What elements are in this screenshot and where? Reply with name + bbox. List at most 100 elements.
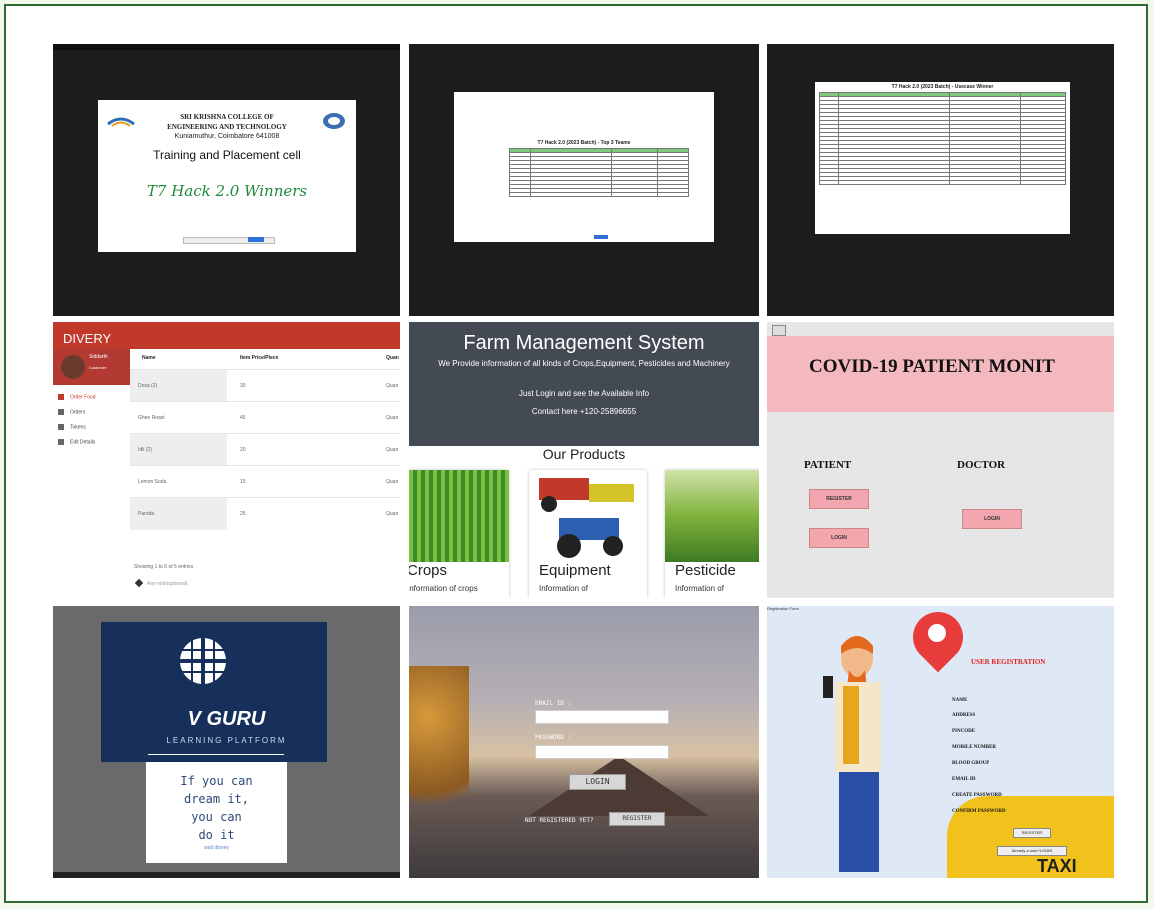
login-hint: Just Login and see the Available Info <box>518 389 650 398</box>
table-row: Lemon Soda 15 Quan <box>130 465 400 498</box>
login-link[interactable]: Already a user?LOGIN <box>997 846 1067 856</box>
edit-icon <box>134 578 144 588</box>
sheet-control[interactable] <box>594 235 608 239</box>
page-title: Farm Management System <box>463 332 705 354</box>
field-label-mobile: MOBILE NUMBER <box>952 745 997 750</box>
pin-center <box>928 624 946 642</box>
form-title: USER REGISTRATION <box>971 658 1046 666</box>
orders-icon <box>58 409 64 415</box>
taxi-sign: TAXI <box>1037 856 1077 876</box>
doctor-login-button[interactable]: LOGIN <box>962 509 1022 529</box>
man-illustration <box>823 636 881 872</box>
table-row: Dosa (2) 30 Quan <box>130 369 400 402</box>
quantity-input[interactable]: Quan <box>386 479 398 485</box>
field-label-blood-group: BLOOD GROUP <box>952 761 990 766</box>
quantity-input[interactable]: Quan <box>386 415 398 421</box>
note-input[interactable]: Any note(optional) <box>147 581 188 587</box>
tile-vguru: V GURU LEARNING PLATFORM If you can drea… <box>53 606 400 878</box>
column-header-price[interactable]: Item Price/Piece <box>240 355 278 361</box>
video-top-bar <box>53 44 400 50</box>
product-card-pesticide[interactable]: Pesticide Information of <box>665 470 759 598</box>
equipment-image <box>529 470 647 562</box>
hero-section: Farm Management System We Provide inform… <box>409 322 759 446</box>
quantity-input[interactable]: Quan <box>386 447 398 453</box>
usecase-table <box>819 92 1066 185</box>
user-icon <box>58 439 64 445</box>
patient-login-button[interactable]: LOGIN <box>809 528 869 548</box>
field-label-name: NAME <box>952 698 968 703</box>
brand-name: V GURU <box>187 708 266 730</box>
not-registered-text: NOT REGISTERED YET? <box>525 817 594 824</box>
table-row: Idli (2) 20 Quan <box>130 433 400 466</box>
results-sheet: T7 Hack 2.0 (2023 Batch) - Top 3 Teams <box>454 92 714 242</box>
field-label-create-password: CREATE PASSWORD <box>952 793 1002 798</box>
column-header-quantity[interactable]: Quan <box>386 355 399 361</box>
card-desc: Information of <box>539 584 588 593</box>
field-label-address: ADDRESS <box>952 713 976 718</box>
college-name: SRI KRISHNA COLLEGE OF ENGINEERING AND T… <box>167 113 287 140</box>
tile-registration: Registration Form USER REGISTRATION TAXI… <box>767 606 1114 878</box>
card-title: Pesticide <box>675 562 736 579</box>
tile-divery-app: DIVERY Siddarth Customer Order Food Orde… <box>53 322 400 598</box>
tile-top3-teams: T7 Hack 2.0 (2023 Batch) - Top 3 Teams <box>409 44 759 316</box>
tile-login-form: EMAIL ID : PASSWORD : LOGIN NOT REGISTER… <box>409 606 759 878</box>
sidebar <box>53 349 130 598</box>
sidebar-item-tokens[interactable]: Tokens <box>58 424 86 430</box>
slide-heading: Training and Placement cell <box>153 148 301 162</box>
app-navbar: DIVERY <box>53 322 400 349</box>
usecase-sheet: T7 Hack 2.0 (2023 Batch) - Usecase Winne… <box>815 82 1070 234</box>
column-header-name[interactable]: Name <box>142 355 156 361</box>
card-title: Equipment <box>539 562 611 579</box>
tile-farm-management: Farm Management System We Provide inform… <box>409 322 759 598</box>
field-label-confirm-password: CONFIRM PASSWORD <box>952 809 1006 814</box>
card-desc: Information of <box>675 584 724 593</box>
password-input[interactable] <box>535 745 669 759</box>
field-label-pincode: PINCODE <box>952 729 976 734</box>
quantity-input[interactable]: Quan <box>386 383 398 389</box>
quote-text: If you can dream it, you can do it <box>180 774 253 842</box>
pencil-icon <box>58 394 64 400</box>
table-row: Parotta 25 Quan <box>130 497 400 530</box>
brand-tagline: LEARNING PLATFORM <box>166 736 287 745</box>
card-desc: Information of crops <box>409 584 478 593</box>
taskbar <box>53 872 400 878</box>
card-title: Crops <box>409 562 448 579</box>
contact-text: Contact here +120-25896655 <box>531 407 637 416</box>
window-icon <box>772 325 786 336</box>
product-card-crops[interactable]: Crops Information of crops <box>409 470 509 598</box>
password-label: PASSWORD : <box>535 734 572 741</box>
tile-covid-monitor: COVID-19 PATIENT MONIT PATIENT DOCTOR RE… <box>767 322 1114 598</box>
results-table <box>509 148 689 197</box>
sidebar-item-edit-details[interactable]: Edit Details <box>58 439 95 445</box>
product-card-equipment[interactable]: Equipment Information of <box>529 470 647 598</box>
email-input[interactable] <box>535 710 669 724</box>
window-title: Registration Form <box>767 606 799 611</box>
presentation-slide: SRI KRISHNA COLLEGE OF ENGINEERING AND T… <box>98 100 356 252</box>
token-icon <box>58 424 64 430</box>
sidebar-item-order-food[interactable]: Order Food <box>58 394 96 400</box>
intro-text: We Provide information of all kinds of C… <box>438 359 730 368</box>
patient-register-button[interactable]: REGISTER <box>809 489 869 509</box>
quantity-input[interactable]: Quan <box>386 511 398 517</box>
globe-icon <box>180 638 226 684</box>
user-name: Siddarth <box>89 354 108 360</box>
avatar <box>61 355 85 379</box>
tile-usecase-winners: T7 Hack 2.0 (2023 Batch) - Usecase Winne… <box>767 44 1114 316</box>
field-label-email: EMAIL ID <box>952 777 976 782</box>
table-footer: Showing 1 to 5 of 5 entries <box>134 564 194 570</box>
products-heading: Our Products <box>542 446 626 462</box>
register-button[interactable]: REGISTER <box>609 812 665 826</box>
sidebar-item-orders[interactable]: Orders <box>58 409 85 415</box>
patient-heading: PATIENT <box>804 459 852 471</box>
sheet-title: T7 Hack 2.0 (2023 Batch) - Usecase Winne… <box>891 84 994 90</box>
menu-table: Name Item Price/Piece Quan Dosa (2) 30 Qua… <box>130 349 400 598</box>
email-label: EMAIL ID : <box>535 700 572 707</box>
page-title: COVID-19 PATIENT MONIT <box>809 356 1055 377</box>
sheet-title: T7 Hack 2.0 (2023 Batch) - Top 3 Teams <box>537 140 631 146</box>
register-button[interactable]: REGISTER <box>1013 828 1051 838</box>
slide-controls[interactable] <box>183 237 275 244</box>
app-brand: DIVERY <box>63 331 112 346</box>
tree-decoration <box>409 666 469 836</box>
winners-title: T7 Hack 2.0 Winners <box>146 182 308 200</box>
login-button[interactable]: LOGIN <box>569 774 626 790</box>
